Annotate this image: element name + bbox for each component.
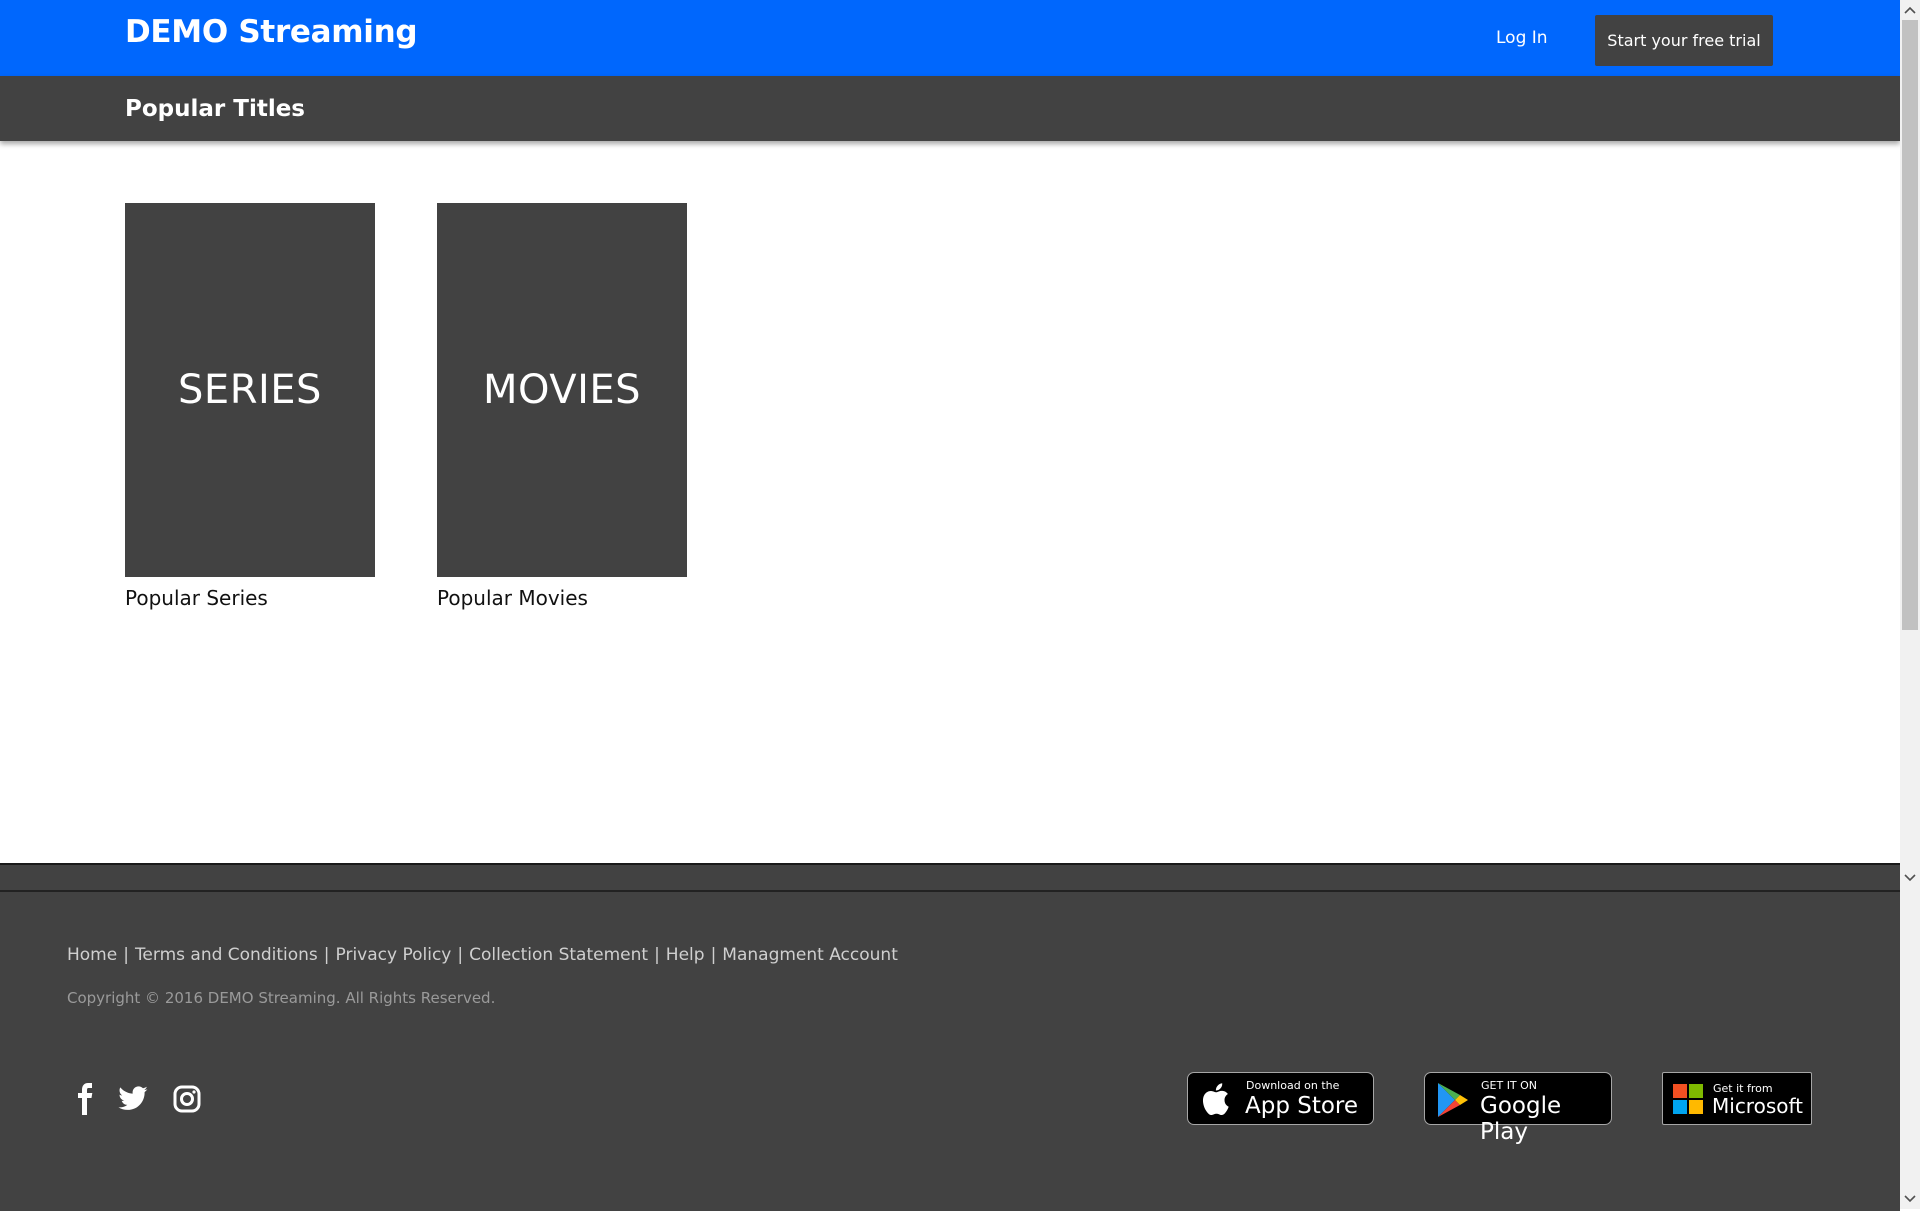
- scroll-down-button[interactable]: [1900, 1189, 1920, 1209]
- twitter-icon[interactable]: [117, 1083, 149, 1115]
- footer-link-separator: |: [123, 945, 129, 965]
- movies-caption[interactable]: Popular Movies: [437, 586, 687, 610]
- movies-tile[interactable]: MOVIES Popular Movies: [437, 203, 687, 610]
- chevron-up-icon: [1904, 6, 1916, 14]
- series-tile[interactable]: SERIES Popular Series: [125, 203, 375, 610]
- apple-icon: [1202, 1083, 1229, 1115]
- instagram-icon[interactable]: [171, 1083, 203, 1115]
- login-link[interactable]: Log In: [1496, 28, 1548, 48]
- page-title: Popular Titles: [125, 96, 305, 122]
- footer-link-separator: |: [323, 945, 330, 965]
- chevron-down-icon: [1900, 868, 1920, 888]
- section-header-bar: Popular Titles: [0, 76, 1900, 141]
- google-play-small-text: GET IT ON: [1481, 1079, 1538, 1092]
- google-play-big-text: Google Play: [1480, 1093, 1562, 1145]
- footer-link-collection[interactable]: Collection Statement: [469, 945, 648, 965]
- footer-link-privacy[interactable]: Privacy Policy: [336, 945, 452, 965]
- movies-poster-label: MOVIES: [482, 367, 642, 413]
- footer-link-help[interactable]: Help: [666, 945, 705, 965]
- app-store-big-text: App Store: [1245, 1093, 1359, 1119]
- movies-poster[interactable]: MOVIES: [437, 203, 687, 577]
- google-play-icon: [1438, 1083, 1468, 1117]
- microsoft-big-text: Microsoft: [1712, 1094, 1804, 1118]
- top-navigation-bar: DEMO Streaming Log In Start your free tr…: [0, 0, 1900, 76]
- footer-link-separator: |: [457, 945, 464, 965]
- app-store-badge[interactable]: Download on the App Store: [1187, 1072, 1374, 1125]
- brand-logo[interactable]: DEMO Streaming: [125, 14, 418, 50]
- footer-link-separator: |: [710, 945, 717, 965]
- footer-link-account[interactable]: Managment Account: [722, 945, 898, 965]
- series-poster[interactable]: SERIES: [125, 203, 375, 577]
- start-free-trial-button[interactable]: Start your free trial: [1595, 15, 1773, 66]
- series-caption[interactable]: Popular Series: [125, 586, 375, 610]
- footer-link-home[interactable]: Home: [67, 945, 117, 965]
- app-store-small-text: Download on the: [1246, 1079, 1340, 1092]
- microsoft-icon: [1673, 1084, 1703, 1114]
- footer-divider: [0, 890, 1900, 892]
- scroll-thumb[interactable]: [1902, 20, 1918, 630]
- page: DEMO Streaming Log In Start your free tr…: [0, 0, 1900, 1211]
- footer-link-terms[interactable]: Terms and Conditions: [135, 945, 318, 965]
- google-play-badge[interactable]: GET IT ON Google Play: [1424, 1072, 1612, 1145]
- microsoft-store-badge[interactable]: Get it from Microsoft: [1662, 1072, 1812, 1125]
- chevron-down-icon: [1904, 1195, 1916, 1203]
- footer-link-separator: |: [654, 945, 660, 965]
- facebook-icon[interactable]: [70, 1083, 102, 1115]
- vertical-scrollbar[interactable]: [1900, 0, 1920, 1209]
- scroll-up-button[interactable]: [1900, 0, 1920, 20]
- footer-links: Home | Terms and Conditions | Privacy Policy…: [67, 945, 898, 965]
- footer: Home | Terms and Conditions | Privacy Policy…: [0, 863, 1900, 1211]
- series-poster-label: SERIES: [178, 367, 322, 413]
- copyright-text: Copyright © 2016 DEMO Streaming. All Rig…: [67, 989, 496, 1007]
